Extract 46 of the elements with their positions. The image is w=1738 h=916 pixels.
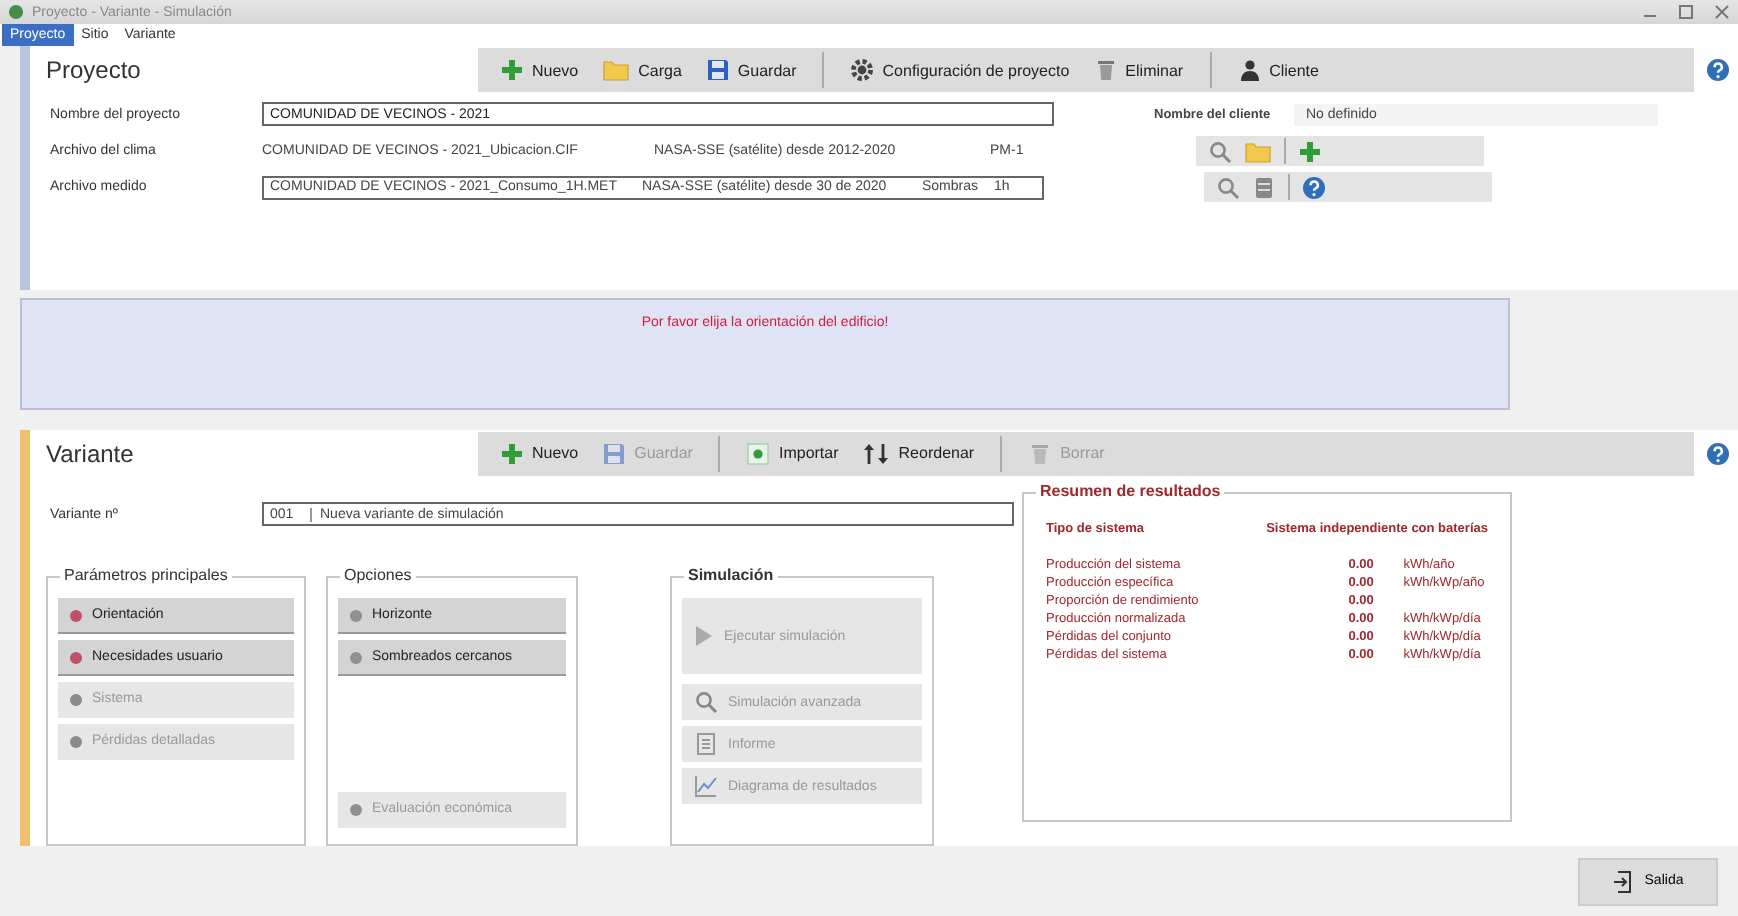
plus-icon	[500, 58, 524, 82]
status-dot-icon	[70, 693, 82, 705]
maximize-icon	[1678, 4, 1694, 20]
settings-icon	[850, 58, 875, 82]
folder-icon	[1244, 139, 1272, 163]
group-title: Simulación	[684, 566, 778, 584]
toolbar-button[interactable]: Eliminar	[1087, 54, 1190, 86]
toolbar-button[interactable]: Nuevo	[494, 437, 585, 470]
exit-icon	[1612, 869, 1637, 893]
close-icon	[1714, 4, 1730, 20]
help-icon	[1706, 58, 1730, 82]
import-icon	[746, 441, 771, 466]
group-title: Opciones	[340, 566, 416, 584]
status-dot-icon	[350, 609, 362, 621]
play-icon	[694, 624, 714, 648]
toolbar-button[interactable]: Nuevo	[494, 54, 585, 86]
chart-icon	[694, 774, 718, 798]
trash-icon	[1093, 58, 1118, 82]
toolbar-button[interactable]: Guardar	[699, 54, 803, 86]
trash-icon	[1028, 441, 1053, 466]
app-icon	[8, 4, 24, 20]
toolbar-button[interactable]: Carga	[596, 54, 688, 86]
plus-icon	[1298, 139, 1322, 163]
toolbar-button[interactable]: Importar	[740, 437, 845, 470]
status-dot-icon	[350, 651, 362, 663]
search-icon	[1216, 175, 1240, 199]
search-icon	[1208, 139, 1232, 163]
panel-title: Variante	[44, 439, 136, 468]
status-dot-icon	[70, 609, 82, 621]
panel-title: Proyecto	[44, 56, 143, 84]
search-icon	[694, 690, 718, 714]
report-icon	[694, 732, 718, 756]
group-title: Resumen de resultados	[1036, 482, 1225, 500]
plus-icon	[500, 441, 524, 466]
toolbar-button[interactable]: Reordenar	[856, 437, 981, 470]
status-dot-icon	[350, 803, 362, 815]
help-icon	[1706, 441, 1730, 466]
person-icon	[1237, 58, 1262, 82]
status-dot-icon	[70, 651, 82, 663]
group-title: Parámetros principales	[60, 566, 232, 584]
toolbar-button[interactable]: Configuración de proyecto	[844, 54, 1076, 86]
help-icon	[1302, 175, 1326, 199]
status-dot-icon	[70, 735, 82, 747]
toolbar-button[interactable]: Cliente	[1231, 54, 1325, 86]
folder-icon	[602, 58, 631, 82]
sort-icon	[862, 441, 891, 466]
